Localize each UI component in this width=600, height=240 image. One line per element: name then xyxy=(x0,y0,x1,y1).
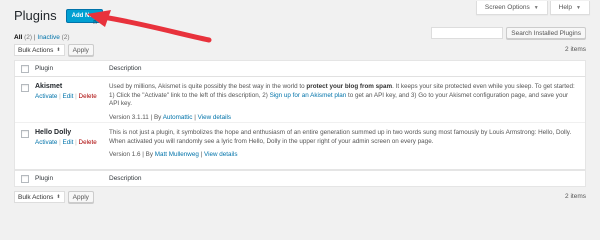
plugin-description: Used by millions, Akismet is quite possi… xyxy=(109,83,577,109)
meta-separator: | xyxy=(142,151,144,158)
plugin-version: Version 3.1.11 xyxy=(109,113,149,121)
plugin-version-line: Version 3.1.11 | By Automattic | View de… xyxy=(109,114,577,123)
column-plugin-footer: Plugin xyxy=(35,175,54,182)
plugin-name: Hello Dolly xyxy=(35,129,72,136)
filter-all-count: (2) xyxy=(24,34,33,41)
column-plugin: Plugin xyxy=(35,65,54,72)
screen-options-button[interactable]: Screen Options ▼ xyxy=(475,1,548,15)
apply-button-top[interactable]: Apply xyxy=(67,44,94,56)
help-label: Help xyxy=(558,4,573,11)
akismet-signup-link[interactable]: Sign up for an Akismet plan xyxy=(270,92,347,99)
view-details-link[interactable]: View details xyxy=(204,151,238,158)
row-actions: Activate | Edit | Delete xyxy=(35,93,109,100)
filter-inactive[interactable]: Inactive xyxy=(37,34,59,41)
plugin-title-cell: Hello Dolly Activate | Edit | Delete xyxy=(35,123,109,169)
description-bold-text: protect your blog from spam xyxy=(306,83,393,90)
description-text: Used by millions, Akismet is quite possi… xyxy=(109,83,307,90)
meta-separator: | xyxy=(200,151,203,158)
view-details-link[interactable]: View details xyxy=(198,114,232,121)
bulk-actions-select-bottom[interactable]: Bulk Actions ⬍ xyxy=(14,191,65,203)
apply-label: Apply xyxy=(72,193,89,201)
help-button[interactable]: Help ▼ xyxy=(549,1,590,15)
page-title: Plugins xyxy=(14,8,57,23)
filter-separator: | xyxy=(33,34,36,41)
caret-down-icon: ▼ xyxy=(576,4,581,11)
tablenav-bottom: Bulk Actions ⬍ Apply xyxy=(14,191,94,203)
plugin-description-cell: This is not just a plugin, it symbolizes… xyxy=(109,123,585,169)
search-plugins-button[interactable]: Search Installed Plugins xyxy=(506,27,586,39)
edit-link[interactable]: Edit xyxy=(63,93,74,100)
table-header: Plugin Description xyxy=(14,60,586,77)
filter-inactive-label: Inactive xyxy=(37,34,60,41)
row-check-cell xyxy=(15,77,35,122)
table-row: Hello Dolly Activate | Edit | Delete Thi… xyxy=(15,123,585,169)
annotation-arrow-icon xyxy=(87,10,212,43)
edit-link[interactable]: Edit xyxy=(63,139,74,146)
row-checkbox[interactable] xyxy=(21,130,29,138)
by-label: By xyxy=(145,151,154,158)
filter-all-label: All xyxy=(14,34,23,41)
select-all-cell xyxy=(15,64,35,73)
activate-link[interactable]: Activate xyxy=(35,93,57,100)
action-separator: | xyxy=(59,93,61,100)
column-description: Description xyxy=(109,65,142,72)
table-row: Akismet Activate | Edit | Delete Used by… xyxy=(15,77,585,123)
delete-link[interactable]: Delete xyxy=(79,139,97,146)
plugin-search-box: Search Installed Plugins xyxy=(431,27,586,39)
bulk-actions-value: Bulk Actions xyxy=(18,46,54,54)
action-separator: | xyxy=(75,93,77,100)
status-filters: All (2) | Inactive (2) xyxy=(14,34,70,41)
tablenav-top: Bulk Actions ⬍ Apply xyxy=(14,44,94,56)
apply-label: Apply xyxy=(72,46,89,54)
select-arrows-icon: ⬍ xyxy=(56,47,61,53)
by-label: By xyxy=(153,113,162,121)
author-link[interactable]: Automattic xyxy=(163,114,193,121)
select-arrows-icon: ⬍ xyxy=(56,194,61,200)
plugin-version: Version 1.6 xyxy=(109,151,141,158)
items-count-bottom: 2 items xyxy=(565,193,586,200)
plugin-version-line: Version 1.6 | By Matt Mullenweg | View d… xyxy=(109,151,577,160)
table-footer: Plugin Description xyxy=(14,170,586,187)
action-separator: | xyxy=(59,139,61,146)
filter-inactive-count: (2) xyxy=(61,34,70,41)
select-all-checkbox-bottom[interactable] xyxy=(21,174,29,183)
search-plugins-label: Search Installed Plugins xyxy=(511,29,581,37)
meta-separator: | xyxy=(194,113,196,121)
bulk-actions-value: Bulk Actions xyxy=(18,193,54,201)
delete-link[interactable]: Delete xyxy=(79,93,97,100)
row-actions: Activate | Edit | Delete xyxy=(35,139,109,146)
plugin-title-cell: Akismet Activate | Edit | Delete xyxy=(35,77,109,122)
plugin-name: Akismet xyxy=(35,83,63,90)
column-description-footer: Description xyxy=(109,175,142,182)
select-all-checkbox[interactable] xyxy=(21,64,29,73)
action-separator: | xyxy=(75,139,77,146)
plugins-table-body: Akismet Activate | Edit | Delete Used by… xyxy=(14,77,586,170)
caret-down-icon: ▼ xyxy=(533,4,539,11)
bulk-actions-select-top[interactable]: Bulk Actions ⬍ xyxy=(14,44,65,56)
items-count-top: 2 items xyxy=(565,46,586,53)
search-input[interactable] xyxy=(431,27,504,39)
meta-separator: | xyxy=(150,113,153,121)
plugin-description-cell: Used by millions, Akismet is quite possi… xyxy=(109,77,585,122)
plugin-description: This is not just a plugin, it symbolizes… xyxy=(109,129,572,145)
select-all-cell xyxy=(15,174,35,183)
activate-link[interactable]: Activate xyxy=(35,139,57,146)
filter-all[interactable]: All xyxy=(14,34,22,41)
screen-options-label: Screen Options xyxy=(484,4,530,11)
author-link[interactable]: Matt Mullenweg xyxy=(155,151,199,158)
screen-meta-links: Screen Options ▼ Help ▼ xyxy=(475,1,590,15)
row-check-cell xyxy=(15,123,35,169)
apply-button-bottom[interactable]: Apply xyxy=(67,191,94,203)
row-checkbox[interactable] xyxy=(21,84,29,92)
